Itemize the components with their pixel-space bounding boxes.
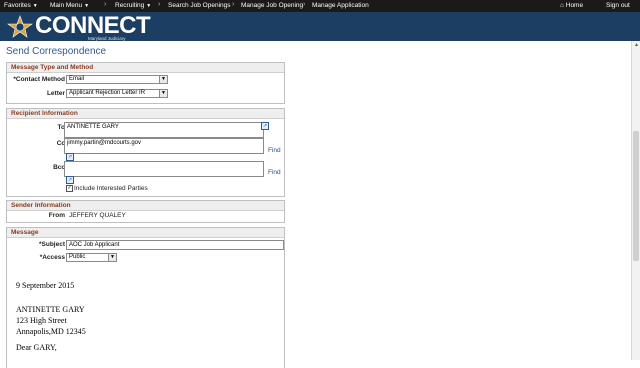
breadcrumb-separator: ›	[303, 1, 306, 8]
breadcrumb-label: Recruiting	[115, 2, 145, 9]
home-icon: ⌂	[560, 2, 564, 9]
favorites-menu[interactable]: Favorites ▼	[4, 2, 38, 9]
favorites-label: Favorites	[4, 2, 31, 9]
access-label: *Access	[39, 254, 65, 261]
breadcrumb-manage-job-opening[interactable]: Manage Job Opening	[241, 2, 303, 9]
contact-method-value: Email	[69, 76, 85, 82]
home-link[interactable]: ⌂ Home	[560, 2, 583, 9]
letter-address-street: 123 High Street	[16, 316, 67, 325]
letter-address-city: Annapolis,MD 12345	[16, 327, 86, 336]
cc-label: Cc	[56, 140, 65, 147]
bcc-find-link[interactable]: Find	[268, 169, 281, 176]
from-label: From	[48, 212, 65, 219]
main-menu[interactable]: Main Menu ▼	[50, 2, 89, 9]
breadcrumb-recruiting[interactable]: Recruiting ▼	[115, 2, 151, 9]
scrollbar-thumb[interactable]	[633, 131, 639, 261]
star-logo-icon	[7, 15, 33, 38]
access-select[interactable]: Public ▼	[66, 253, 117, 262]
message-type-section: Message Type and Method *Contact Method …	[6, 62, 285, 104]
letter-select[interactable]: Applicant Rejection Letter IR ▼	[66, 89, 168, 98]
dropdown-arrow-icon: ▼	[108, 254, 116, 261]
section-header: Recipient Information	[7, 109, 284, 119]
subject-label: *Subject	[38, 241, 65, 248]
contact-method-label: *Contact Method	[13, 76, 65, 83]
caret-down-icon: ▼	[32, 3, 38, 9]
breadcrumb-separator: ›	[104, 1, 107, 8]
page-scrollbar[interactable]: ▲	[631, 41, 640, 360]
include-interested-label: Include Interested Parties	[74, 185, 148, 192]
dropdown-arrow-icon: ▼	[159, 76, 167, 83]
main-menu-label: Main Menu	[50, 2, 83, 9]
caret-down-icon: ▼	[84, 3, 90, 9]
bcc-field[interactable]	[64, 161, 264, 177]
cc-field[interactable]: jimmy.partin@mdcourts.gov	[64, 138, 264, 154]
section-header: Message	[7, 228, 284, 238]
from-value: JEFFERY QUALEY	[69, 212, 126, 219]
letter-date: 9 September 2015	[16, 281, 75, 290]
bcc-label: Bcc	[53, 164, 65, 171]
sign-out-link[interactable]: Sign out	[606, 2, 630, 9]
dropdown-arrow-icon: ▼	[159, 90, 167, 97]
brand-subtitle: Maryland Judiciary	[88, 36, 126, 41]
recipient-section: Recipient Information To ANTINETTE GARY …	[6, 108, 285, 197]
subject-field[interactable]: AOC Job Applicant	[66, 240, 284, 250]
letter-label: Letter	[46, 90, 65, 97]
access-value: Public	[69, 254, 86, 260]
page-title: Send Correspondence	[6, 46, 107, 57]
lookup-icon[interactable]: ↗	[261, 122, 269, 130]
scroll-up-icon[interactable]: ▲	[632, 41, 640, 50]
include-interested-checkbox[interactable]: ✓	[66, 185, 73, 192]
letter-address-name: ANTINETTE GARY	[16, 305, 85, 314]
breadcrumb-search-job-openings[interactable]: Search Job Openings	[168, 2, 231, 9]
to-field[interactable]: ANTINETTE GARY	[64, 122, 264, 138]
top-nav-bar: Favorites ▼ Main Menu ▼ › Recruiting ▼ › Se…	[0, 0, 640, 12]
home-label: Home	[565, 2, 584, 9]
brand-bar: CONNECT Maryland Judiciary	[0, 12, 640, 41]
section-header: Message Type and Method	[7, 63, 284, 73]
to-label: To	[57, 124, 65, 131]
lookup-icon[interactable]: ↗	[66, 176, 74, 184]
letter-value: Applicant Rejection Letter IR	[69, 90, 146, 96]
breadcrumb-separator: ›	[232, 1, 235, 8]
caret-down-icon: ▼	[146, 3, 152, 9]
breadcrumb-manage-application[interactable]: Manage Application	[312, 2, 369, 9]
breadcrumb-separator: ›	[158, 1, 161, 8]
sender-section: Sender Information From JEFFERY QUALEY	[6, 200, 285, 223]
cc-find-link[interactable]: Find	[268, 147, 281, 154]
letter-greeting: Dear GARY,	[16, 343, 57, 352]
contact-method-select[interactable]: Email ▼	[66, 75, 168, 84]
lookup-icon[interactable]: ↗	[66, 153, 74, 161]
section-header: Sender Information	[7, 201, 284, 211]
